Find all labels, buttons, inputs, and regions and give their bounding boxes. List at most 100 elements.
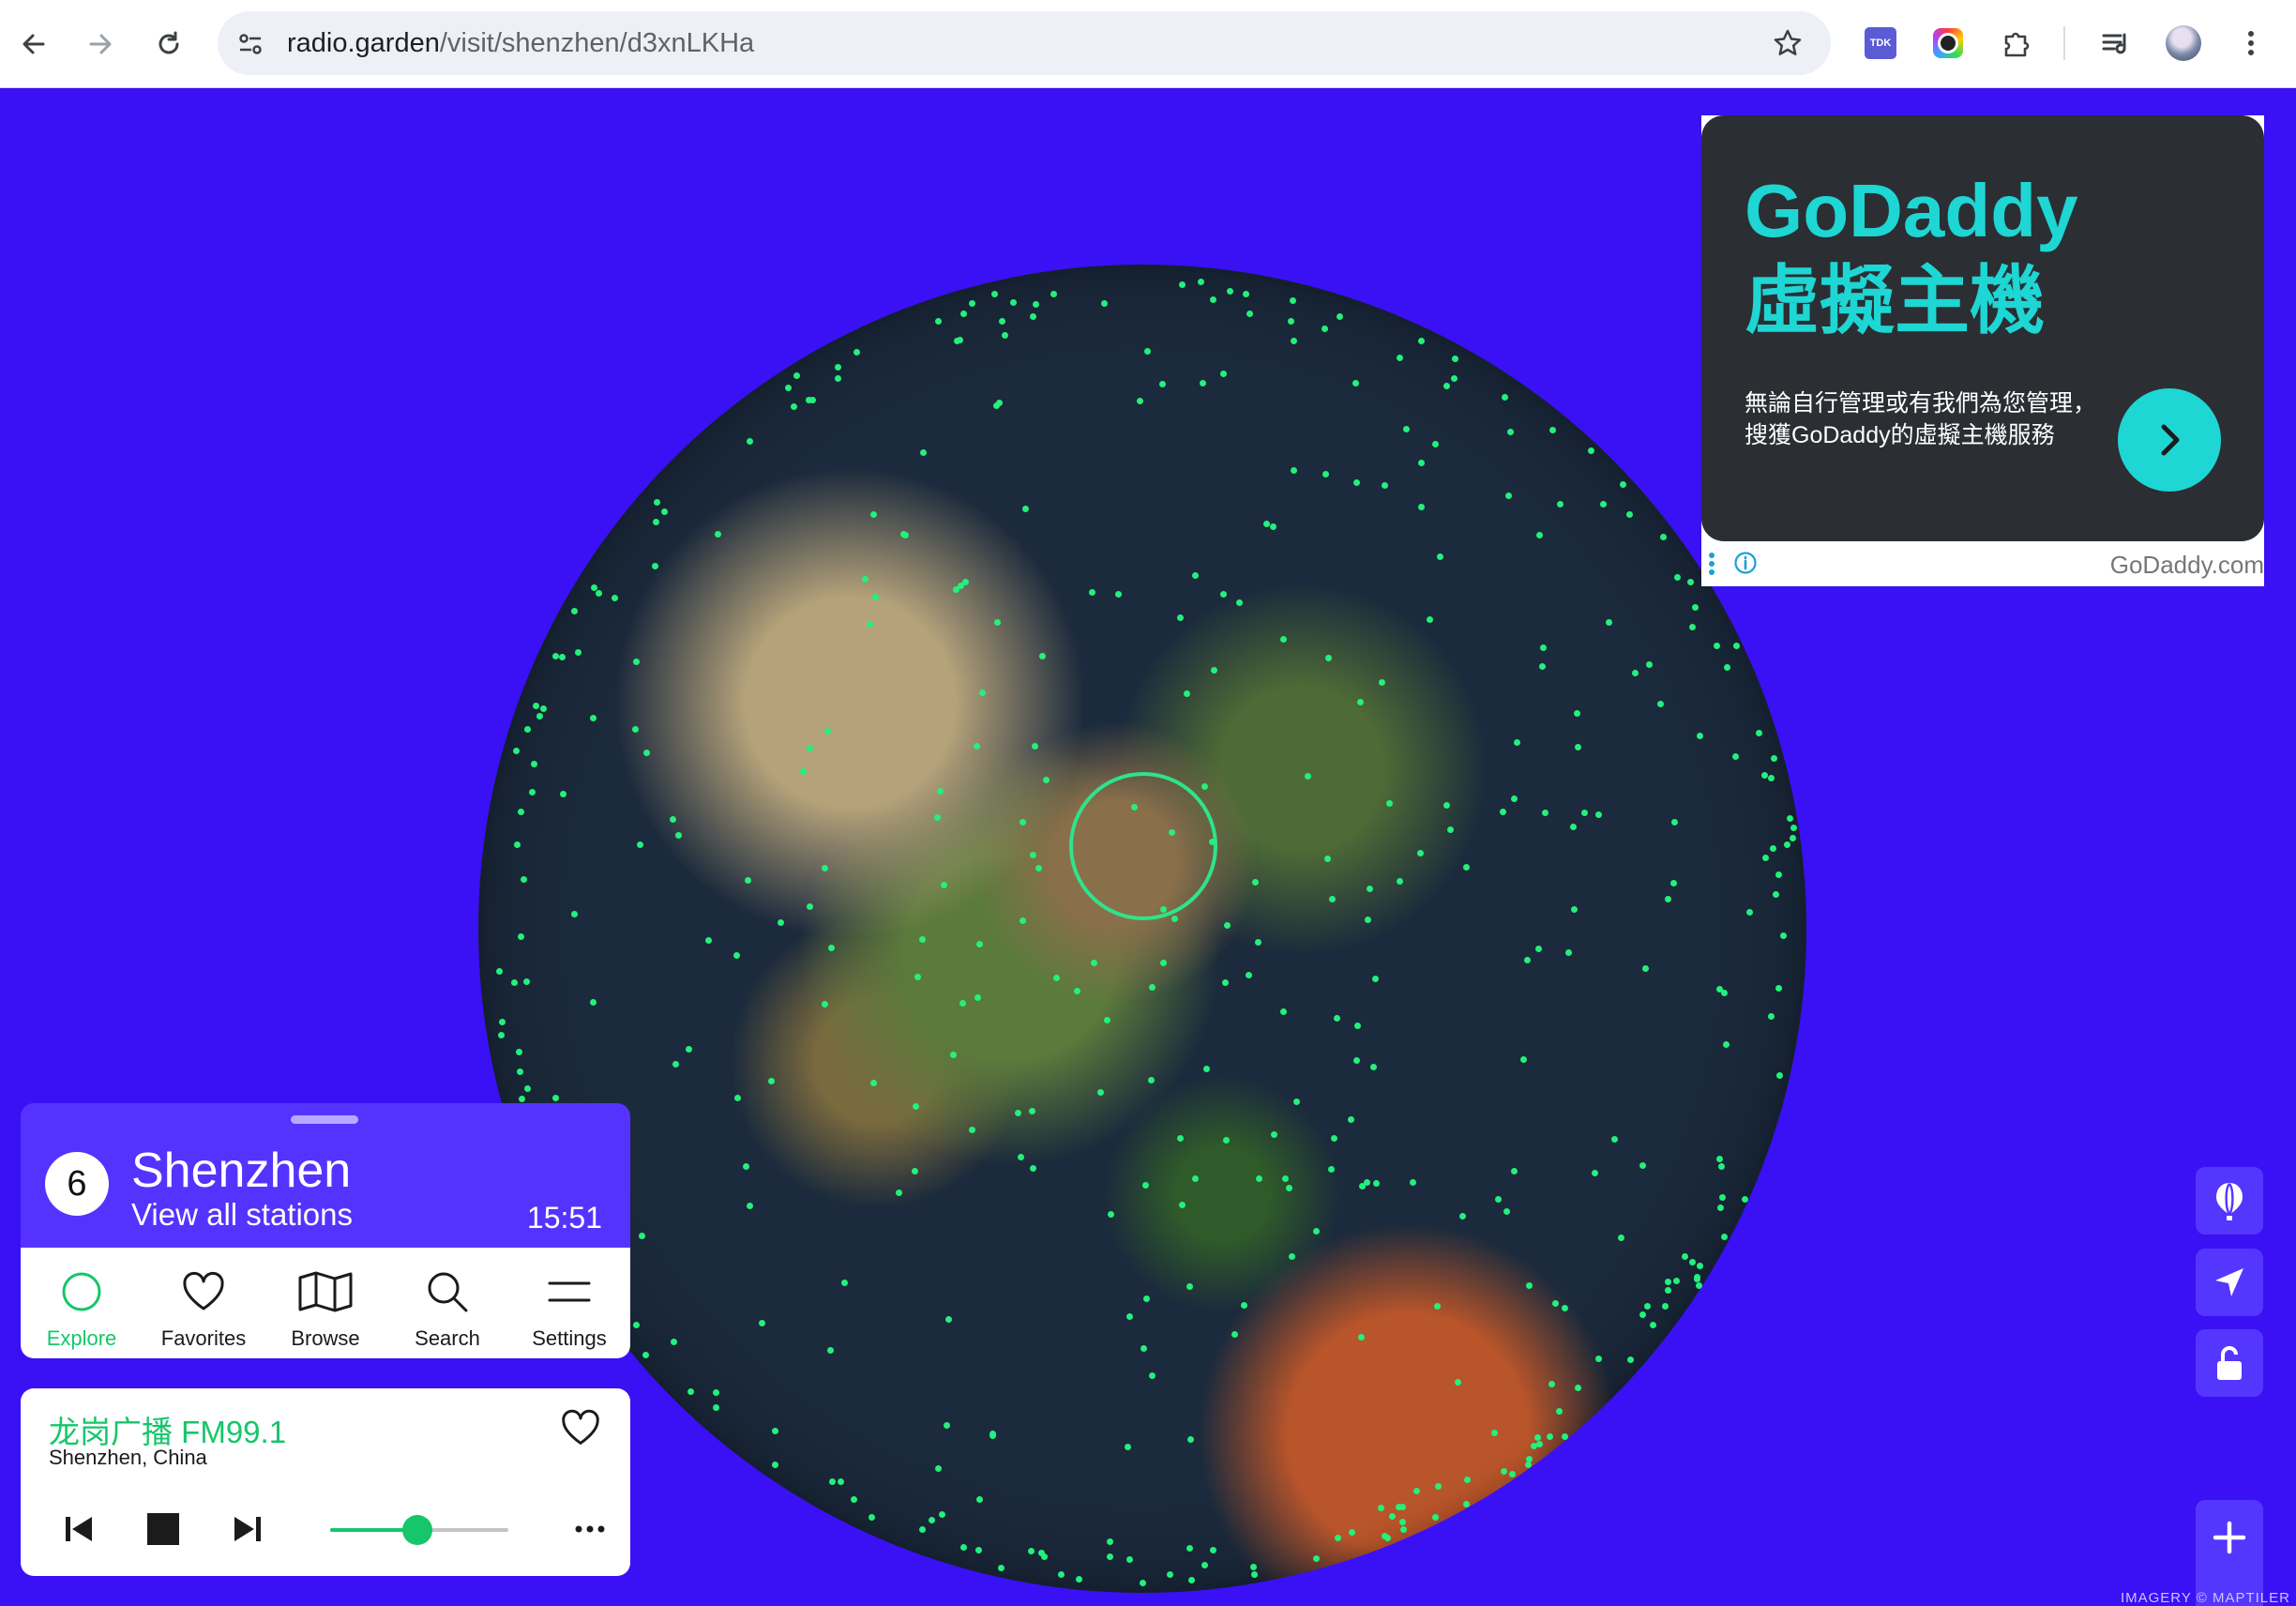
station-dot[interactable] <box>975 1547 982 1553</box>
station-dot[interactable] <box>1403 426 1410 432</box>
station-dot[interactable] <box>571 911 578 917</box>
station-dot[interactable] <box>969 300 975 307</box>
station-dot[interactable] <box>1570 824 1577 830</box>
favorite-station-button[interactable] <box>560 1409 601 1451</box>
station-dot[interactable] <box>1282 1175 1289 1182</box>
station-dot[interactable] <box>1592 1170 1598 1176</box>
station-dot[interactable] <box>1030 313 1036 320</box>
station-dot[interactable] <box>778 919 784 926</box>
station-dot[interactable] <box>1716 1156 1723 1162</box>
station-dot[interactable] <box>1756 730 1762 736</box>
station-dot[interactable] <box>1126 1556 1133 1563</box>
station-dot[interactable] <box>734 1095 741 1101</box>
station-dot[interactable] <box>768 1078 775 1084</box>
station-dot[interactable] <box>835 375 841 382</box>
station-dot[interactable] <box>960 311 967 317</box>
station-dot[interactable] <box>519 1096 525 1102</box>
station-dot[interactable] <box>913 1103 919 1110</box>
station-dot[interactable] <box>559 654 566 660</box>
view-all-stations-link[interactable]: View all stations <box>131 1197 353 1233</box>
station-dot[interactable] <box>1418 504 1425 510</box>
station-dot[interactable] <box>533 703 539 709</box>
station-dot[interactable] <box>1140 1580 1146 1586</box>
station-dot[interactable] <box>1186 1545 1193 1552</box>
ad-cta-button[interactable] <box>2118 388 2221 492</box>
station-dot[interactable] <box>1188 1577 1195 1583</box>
station-dot[interactable] <box>639 1233 645 1239</box>
station-dot[interactable] <box>1443 802 1450 809</box>
station-dot[interactable] <box>653 519 659 525</box>
station-dot[interactable] <box>1459 1213 1466 1220</box>
station-dot[interactable] <box>1574 710 1580 717</box>
station-dot[interactable] <box>1022 506 1029 512</box>
station-dot[interactable] <box>1107 1538 1113 1545</box>
station-dot[interactable] <box>989 1431 996 1437</box>
station-dot[interactable] <box>1015 1110 1021 1116</box>
station-dot[interactable] <box>1451 375 1458 382</box>
station-dot[interactable] <box>862 576 869 583</box>
back-button[interactable] <box>10 21 57 68</box>
station-dot[interactable] <box>1335 1535 1341 1541</box>
station-dot[interactable] <box>612 595 618 601</box>
station-dot[interactable] <box>1733 643 1740 649</box>
station-dot[interactable] <box>1427 616 1433 623</box>
station-dot[interactable] <box>1665 896 1671 902</box>
station-dot[interactable] <box>772 1428 778 1434</box>
station-dot[interactable] <box>919 936 926 943</box>
station-dot[interactable] <box>552 653 559 659</box>
station-dot[interactable] <box>994 619 1001 626</box>
station-dot[interactable] <box>1224 922 1231 929</box>
station-dot[interactable] <box>1251 1571 1258 1578</box>
station-dot[interactable] <box>1535 946 1542 952</box>
station-dot[interactable] <box>1289 1253 1295 1260</box>
station-dot[interactable] <box>1696 1282 1702 1289</box>
station-dot[interactable] <box>1665 1287 1671 1294</box>
station-dot[interactable] <box>807 745 813 751</box>
globe-map[interactable]: GoDaddy 虛擬主機 無論自行管理或有我們為您管理，搜獲GoDaddy的虛擬… <box>0 88 2296 1606</box>
station-dot[interactable] <box>1192 1175 1199 1182</box>
station-dot[interactable] <box>1373 1180 1380 1187</box>
station-dot[interactable] <box>1148 1077 1155 1083</box>
station-dot[interactable] <box>974 994 981 1001</box>
station-dot[interactable] <box>1410 1179 1416 1186</box>
more-options-button[interactable] <box>566 1508 613 1550</box>
station-dot[interactable] <box>1030 852 1036 858</box>
station-dot[interactable] <box>1611 1136 1618 1143</box>
station-dot[interactable] <box>1030 1165 1036 1172</box>
station-dot[interactable] <box>1220 591 1227 598</box>
station-dot[interactable] <box>1520 1056 1527 1063</box>
station-dot[interactable] <box>1288 318 1294 325</box>
station-dot[interactable] <box>1328 1166 1335 1173</box>
media-queue-icon[interactable] <box>2097 24 2135 62</box>
station-dot[interactable] <box>870 511 877 518</box>
station-dot[interactable] <box>969 1127 975 1133</box>
ad-options-icon[interactable] <box>1707 551 1716 577</box>
station-dot[interactable] <box>552 1095 559 1101</box>
station-dot[interactable] <box>1443 383 1450 389</box>
profile-avatar[interactable] <box>2165 24 2202 62</box>
station-dot[interactable] <box>1714 643 1720 649</box>
station-dot[interactable] <box>953 586 959 593</box>
station-dot[interactable] <box>1464 1477 1471 1483</box>
station-dot[interactable] <box>870 1080 877 1086</box>
station-dot[interactable] <box>1514 739 1520 746</box>
station-dot[interactable] <box>867 621 873 628</box>
station-dot[interactable] <box>1115 591 1122 598</box>
locate-me-button[interactable] <box>2196 1249 2263 1316</box>
station-dot[interactable] <box>1626 511 1633 518</box>
station-dot[interactable] <box>1660 534 1667 540</box>
station-dot[interactable] <box>1687 579 1694 585</box>
station-dot[interactable] <box>1732 753 1739 760</box>
station-dot[interactable] <box>1717 1204 1724 1211</box>
station-dot[interactable] <box>1434 1303 1441 1310</box>
station-dot[interactable] <box>1104 1017 1110 1023</box>
station-dot[interactable] <box>1097 1089 1104 1096</box>
station-dot[interactable] <box>516 1049 522 1055</box>
station-dot[interactable] <box>747 438 753 445</box>
station-dot[interactable] <box>1716 986 1723 992</box>
station-dot[interactable] <box>1379 679 1385 686</box>
station-dot[interactable] <box>1562 1305 1568 1311</box>
station-dot[interactable] <box>705 937 712 944</box>
station-dot[interactable] <box>1536 532 1543 538</box>
station-dot[interactable] <box>929 1517 935 1523</box>
